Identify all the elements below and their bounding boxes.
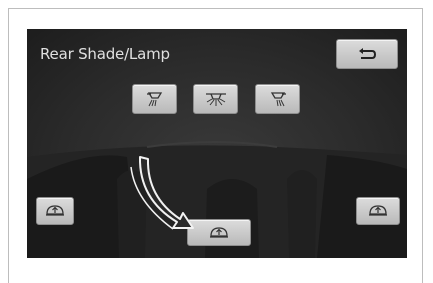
- rear-shade-lamp-screen: Rear Shade/Lamp: [27, 29, 407, 258]
- pointer-arrow-icon: [130, 156, 194, 230]
